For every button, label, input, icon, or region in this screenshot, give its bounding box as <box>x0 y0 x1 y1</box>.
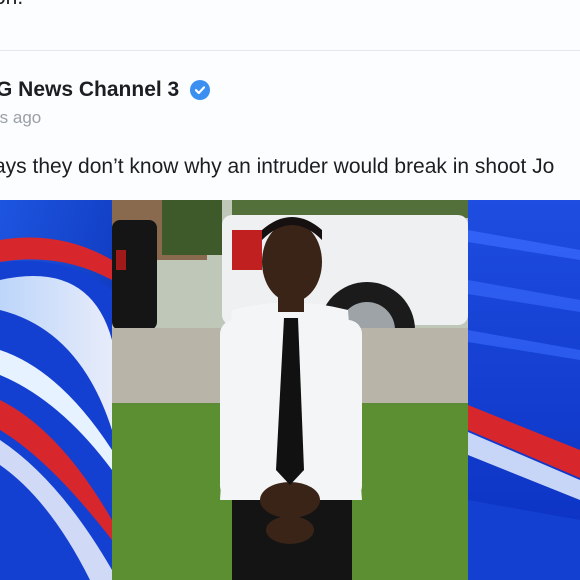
page-name-link[interactable]: G News Channel 3 <box>0 78 179 102</box>
photo <box>112 200 468 580</box>
previous-post-text: on. <box>0 0 23 10</box>
broadcast-graphic-left <box>0 200 112 580</box>
verified-badge-icon <box>190 80 210 100</box>
broadcast-graphic-right <box>468 200 580 580</box>
post-image[interactable] <box>0 200 580 580</box>
post-body-text: ays they don’t know why an intruder woul… <box>0 155 555 178</box>
photo-illustration <box>112 200 468 580</box>
post-timestamp[interactable]: rs ago <box>0 108 41 128</box>
post-divider <box>0 50 580 51</box>
